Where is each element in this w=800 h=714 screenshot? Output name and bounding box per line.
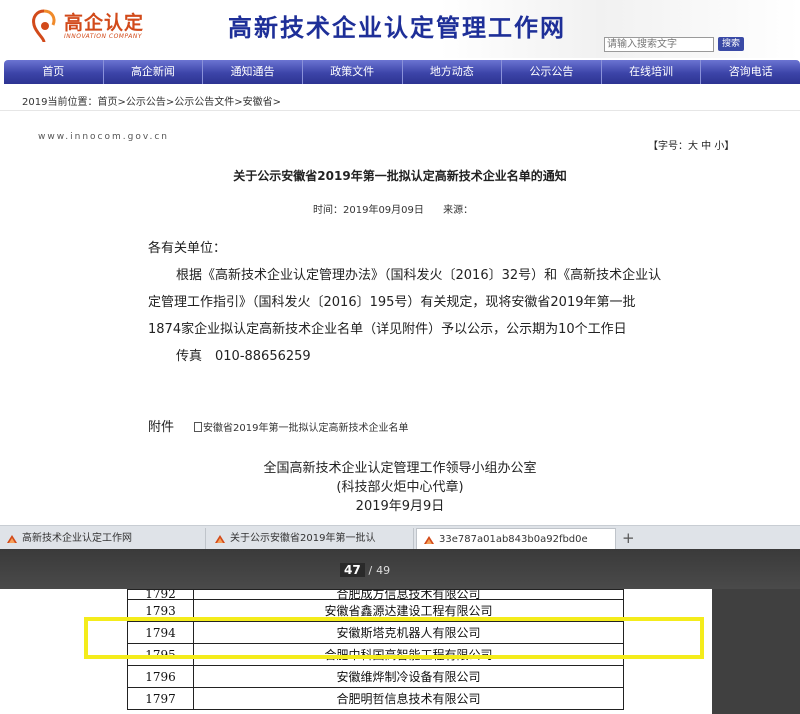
browser-tab-label: 关于公示安徽省2019年第一批认 (230, 533, 376, 544)
total-pages: 49 (376, 564, 391, 577)
article-salutation: 各有关单位： (148, 241, 227, 256)
nav-item-announcements[interactable]: 公示公告 (502, 60, 602, 84)
browser-tab-label: 33e787a01ab843b0a92fbd0e (439, 534, 588, 545)
table-row: 1792 合肥成方信息技术有限公司 (127, 589, 624, 600)
table-row: 1797 合肥明哲信息技术有限公司 (127, 687, 624, 710)
browser-tab-bar: 高新技术企业认定工作网 关于公示安徽省2019年第一批认 33e787a01ab… (0, 525, 800, 550)
nav-item-policy[interactable]: 政策文件 (303, 60, 403, 84)
browser-tab[interactable]: 关于公示安徽省2019年第一批认 (208, 528, 414, 550)
nav-item-notices[interactable]: 通知通告 (203, 60, 303, 84)
browser-tab[interactable]: 高新技术企业认定工作网 (0, 528, 206, 550)
divider (0, 110, 800, 111)
signature-date: 2019年9月9日 (355, 499, 445, 514)
attachment-link[interactable]: 安徽省2019年第一批拟认定高新技术企业名单 (194, 419, 408, 434)
attachment-label: 附件 (148, 420, 175, 435)
article-fax: 传真 010-88656259 (176, 349, 311, 364)
company-name: 安徽维烨制冷设备有限公司 (193, 665, 624, 688)
row-number: 1792 (127, 589, 194, 600)
article-body: 各有关单位： 根据《高新技术企业认定管理办法》（国科发火〔2016〕32号）和《… (148, 235, 668, 370)
search-button[interactable]: 搜索 (718, 37, 744, 51)
file-icon (194, 422, 202, 432)
logo-mark-icon (32, 9, 56, 43)
nav-item-home[interactable]: 首页 (4, 60, 104, 84)
site-favicon-icon (424, 536, 434, 544)
table-row: 1796 安徽维烨制冷设备有限公司 (127, 665, 624, 688)
browser-tab-active[interactable]: 33e787a01ab843b0a92fbd0e (416, 528, 616, 550)
article-paragraph: 根据《高新技术企业认定管理办法》（国科发火〔2016〕32号）和《高新技术企业认… (148, 268, 662, 337)
signature-org: 全国高新技术企业认定管理工作领导小组办公室 (263, 461, 537, 476)
article-meta: 时间：2019年09月09日 来源： (313, 201, 489, 216)
site-logo[interactable]: 高企认定 INNOVATION COMPANY (28, 6, 168, 50)
current-page-input[interactable]: 47 (340, 563, 365, 577)
highlight-box (84, 617, 704, 659)
nav-item-hotline[interactable]: 咨询电话 (701, 60, 800, 84)
browser-tab-label: 高新技术企业认定工作网 (22, 533, 132, 544)
page-separator: / (368, 564, 373, 577)
site-favicon-icon (215, 535, 225, 543)
page-counter: 47 / 49 (340, 563, 390, 577)
pdf-toolbar (0, 549, 800, 589)
row-number: 1796 (127, 665, 194, 688)
signature-seal: (科技部火炬中心代章) (336, 480, 464, 495)
main-nav: 首页 高企新闻 通知通告 政策文件 地方动态 公示公告 在线培训 咨询电话 (4, 60, 800, 84)
logo-subtitle: INNOVATION COMPANY (64, 33, 143, 40)
nav-item-local[interactable]: 地方动态 (403, 60, 503, 84)
site-title: 高新技术企业认定管理工作网 (228, 13, 566, 42)
nav-item-training[interactable]: 在线培训 (602, 60, 702, 84)
article-title: 关于公示安徽省2019年第一批拟认定高新技术企业名单的通知 (233, 169, 567, 183)
signature: 全国高新技术企业认定管理工作领导小组办公室 (科技部火炬中心代章) 2019年9… (230, 459, 570, 516)
site-header: 高企认定 INNOVATION COMPANY 高新技术企业认定管理工作网 请输… (0, 0, 800, 58)
site-favicon-icon (7, 535, 17, 543)
new-tab-button[interactable]: + (622, 529, 635, 547)
article-source: 来源： (443, 205, 474, 216)
logo-text: 高企认定 (64, 12, 145, 34)
nav-item-news[interactable]: 高企新闻 (104, 60, 204, 84)
row-number: 1797 (127, 687, 194, 710)
attachment-link-text[interactable]: 安徽省2019年第一批拟认定高新技术企业名单 (203, 423, 408, 434)
company-name: 合肥明哲信息技术有限公司 (193, 687, 624, 710)
search-input[interactable]: 请输入搜索文字 (604, 37, 714, 52)
article-time: 时间：2019年09月09日 (313, 205, 424, 216)
company-name: 合肥成方信息技术有限公司 (193, 589, 624, 600)
font-size-switcher[interactable]: 【字号：大 中 小】 (648, 137, 734, 152)
breadcrumb[interactable]: 2019当前位置：首页>公示公告>公示公告文件>安徽省> (22, 93, 281, 108)
site-url: www.innocom.gov.cn (38, 132, 169, 142)
